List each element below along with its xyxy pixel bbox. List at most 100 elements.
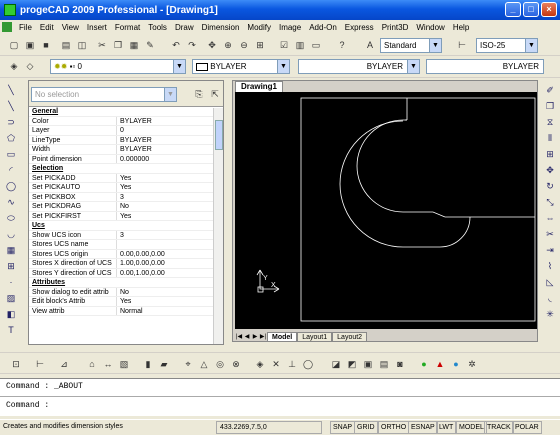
tab-layout1[interactable]: Layout1 [297,331,333,342]
property-row[interactable]: Edit block's Attrib Yes [29,297,223,307]
model-toggle[interactable]: MODEL [456,421,487,434]
menu-tools[interactable]: Tools [144,23,171,32]
property-section[interactable]: Selection [29,164,223,174]
last-tab-icon[interactable]: ▶| [259,333,267,340]
circle-icon[interactable]: ◯ [5,180,17,192]
drawing-canvas[interactable]: Y X [235,92,537,329]
distance-icon[interactable]: ↔ [102,358,114,370]
osnap-intersection-icon[interactable]: ✕ [270,358,282,370]
image-icon[interactable]: ▤ [378,358,390,370]
properties-icon[interactable]: ☑ [278,39,290,51]
menu-dimension[interactable]: Dimension [198,23,244,32]
zoom-icon[interactable]: ⊕ [222,39,234,51]
tab-model[interactable]: Model [267,331,298,342]
move-icon[interactable]: ✥ [544,164,556,176]
polyline-icon[interactable]: ⊃ [5,116,17,128]
next-tab-icon[interactable]: ▶ [251,333,259,340]
new-icon[interactable]: ▢ [8,39,20,51]
osnap-perpendicular-icon[interactable]: ⊥ [286,358,298,370]
property-row[interactable]: Show UCS icon 3 [29,230,223,240]
ortho-toggle[interactable]: ORTHO [378,421,410,434]
property-row[interactable]: Set PICKADD Yes [29,173,223,183]
mirror-icon[interactable]: ⧖ [544,116,556,128]
preview-icon[interactable]: ◫ [76,39,88,51]
layer-manager-icon[interactable]: ◈ [8,60,20,72]
point-icon[interactable]: · [5,276,17,288]
menu-draw[interactable]: Draw [171,23,198,32]
dimension-aligned-icon[interactable]: ⊿ [58,358,70,370]
quick-select-icon[interactable]: ⎘ [193,88,205,100]
stretch-icon[interactable]: ⇔ [544,212,556,224]
osnap-tangent-icon[interactable]: ◯ [302,358,314,370]
property-row[interactable]: Show dialog to edit attrib No [29,287,223,297]
menu-edit[interactable]: Edit [36,23,58,32]
ellipse-arc-icon[interactable]: ◡ [5,228,17,240]
lineweight-combo[interactable]: BYLAYER [426,59,544,74]
property-row[interactable]: Stores X direction of UCS 1.00,0.00,0.00 [29,259,223,269]
minimize-button[interactable]: _ [505,2,521,17]
prev-tab-icon[interactable]: ◀ [243,333,251,340]
maximize-button[interactable]: □ [523,2,539,17]
track-toggle[interactable]: TRACK [484,421,514,434]
shade-icon[interactable]: ◩ [346,358,358,370]
property-row[interactable]: Set PICKFIRST Yes [29,211,223,221]
scroll-thumb[interactable] [215,120,223,150]
rotate-icon[interactable]: ↻ [544,180,556,192]
property-row[interactable]: Stores UCS name [29,240,223,250]
property-row[interactable]: LineType BYLAYER [29,135,223,145]
undo-icon[interactable]: ↶ [170,39,182,51]
explode-icon[interactable]: ✳ [544,308,556,320]
ray-icon[interactable]: ╲ [5,100,17,112]
area-icon[interactable]: ▧ [118,358,130,370]
arc-icon[interactable]: ◜ [5,164,17,176]
menu-help[interactable]: Help [449,23,473,32]
osnap-center-icon[interactable]: ◎ [214,358,226,370]
text-icon[interactable]: T [5,324,17,336]
view-icon[interactable]: ▣ [362,358,374,370]
lwt-toggle[interactable]: LWT [436,421,457,434]
menu-window[interactable]: Window [412,23,448,32]
property-row[interactable]: Stores UCS origin 0.00,0.00,0.00 [29,249,223,259]
property-row[interactable]: Width BYLAYER [29,145,223,155]
fillet-icon[interactable]: ◟ [544,292,556,304]
menu-image[interactable]: Image [275,23,305,32]
esnap-toggle[interactable]: ESNAP [408,421,438,434]
menu-modify[interactable]: Modify [243,23,275,32]
folder-icon[interactable]: ▭ [310,39,322,51]
osnap-midpoint-icon[interactable]: △ [198,358,210,370]
paste-icon[interactable]: ▦ [128,39,140,51]
save-icon[interactable]: ■ [40,39,52,51]
red-triangle-icon[interactable]: ▲ [434,358,446,370]
layer-combo[interactable]: ✹✹ ▪▫ 0 ▼ [50,59,186,74]
close-button[interactable]: × [541,2,557,17]
menu-format[interactable]: Format [111,23,144,32]
polar-toggle[interactable]: POLAR [512,421,542,434]
break-icon[interactable]: ⌇ [544,260,556,272]
redo-icon[interactable]: ↷ [186,39,198,51]
property-section[interactable]: General [29,107,223,117]
lock-icon[interactable]: ▮ [142,358,154,370]
open-icon[interactable]: ▣ [24,39,36,51]
ellipse-icon[interactable]: ⬭ [5,212,17,224]
property-section[interactable]: Ucs [29,221,223,231]
snap-settings-icon[interactable]: ⊡ [10,358,22,370]
layer-lock-icon[interactable]: ▰ [158,358,170,370]
property-row[interactable]: Color BYLAYER [29,116,223,126]
designcenter-icon[interactable]: ▥ [294,39,306,51]
region-icon[interactable]: ◧ [5,308,17,320]
polygon-icon[interactable]: ⬠ [5,132,17,144]
osnap-node-icon[interactable]: ⊗ [230,358,242,370]
snap-toggle[interactable]: SNAP [330,421,356,434]
camera-icon[interactable]: ◙ [394,358,406,370]
offset-icon[interactable]: ⫴ [544,132,556,144]
osnap-endpoint-icon[interactable]: ⌖ [182,358,194,370]
zoom-extents-icon[interactable]: ⊞ [254,39,266,51]
menu-print3d[interactable]: Print3D [378,23,413,32]
menu-addon[interactable]: Add-On [305,23,341,32]
block-icon[interactable]: ▦ [5,244,17,256]
osnap-quadrant-icon[interactable]: ◈ [254,358,266,370]
property-row[interactable]: Set PICKAUTO Yes [29,183,223,193]
extend-icon[interactable]: ⇥ [544,244,556,256]
print-icon[interactable]: ▤ [60,39,72,51]
match-icon[interactable]: ✎ [144,39,156,51]
